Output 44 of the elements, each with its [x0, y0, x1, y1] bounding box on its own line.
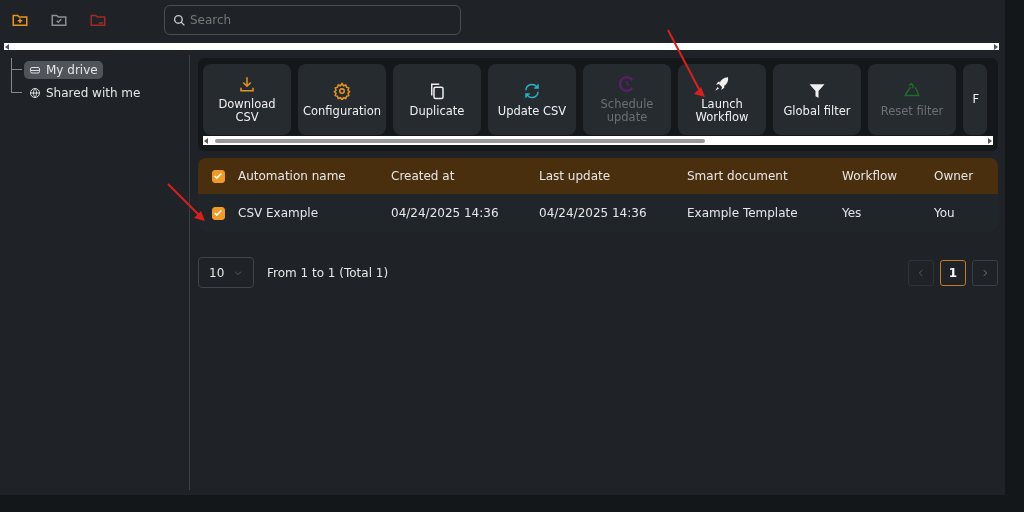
download-icon: [238, 75, 256, 93]
table-cell-text: Yes: [842, 206, 863, 220]
search-icon: [173, 14, 186, 27]
pagination-summary: From 1 to 1 (Total 1): [267, 265, 389, 280]
sync-icon: [523, 81, 541, 100]
table-cell-text: 04/24/2025 14:36: [539, 206, 648, 220]
toolbar-button[interactable]: Update CSV: [488, 64, 576, 135]
gear-icon: [333, 81, 351, 100]
copy-icon: [428, 81, 446, 100]
column-header: Created at: [391, 169, 456, 183]
sidebar-item[interactable]: My drive: [24, 60, 103, 79]
column-header: Last update: [539, 169, 612, 183]
sidebar-item[interactable]: Shared with me: [24, 83, 146, 102]
clock-icon: [618, 75, 636, 93]
toolbar-button[interactable]: Global filter: [773, 64, 861, 135]
checkbox[interactable]: [211, 169, 225, 183]
filter-icon: [808, 81, 826, 100]
table-cell-text: Example Template: [687, 206, 799, 220]
column-header: Owner: [934, 169, 975, 183]
page-size-select[interactable]: 10: [198, 257, 254, 288]
toolbar-button[interactable]: Download CSV: [203, 64, 291, 135]
toolbar-button[interactable]: Duplicate: [393, 64, 481, 135]
table-cell-text: CSV Example: [238, 206, 320, 220]
scrollbar[interactable]: [203, 136, 993, 145]
toolbar-button[interactable]: Configuration: [298, 64, 386, 135]
search-field[interactable]: Search: [164, 5, 461, 35]
checkbox[interactable]: [211, 206, 225, 220]
chevron-right-icon: [980, 267, 990, 278]
column-header: Workflow: [842, 169, 899, 183]
column-header: Smart document: [687, 169, 789, 183]
table-cell-text: You: [934, 206, 956, 220]
table-cell-text: 04/24/2025 14:36: [391, 206, 500, 220]
chevron-left-icon: [916, 267, 926, 278]
next-page-button[interactable]: [972, 259, 998, 286]
globe-icon: [29, 86, 41, 99]
scrollbar-thumb[interactable]: [215, 138, 706, 143]
rocket-icon: [713, 75, 731, 93]
scrollbar[interactable]: [4, 43, 999, 50]
page-button[interactable]: 1: [940, 259, 966, 286]
column-header: Automation name: [238, 169, 347, 183]
toolbar-button[interactable]: Launch Workflow: [678, 64, 766, 135]
toolbar-button[interactable]: F: [963, 64, 987, 135]
annotation-arrow: [667, 29, 705, 97]
annotation-arrow: [167, 183, 205, 221]
